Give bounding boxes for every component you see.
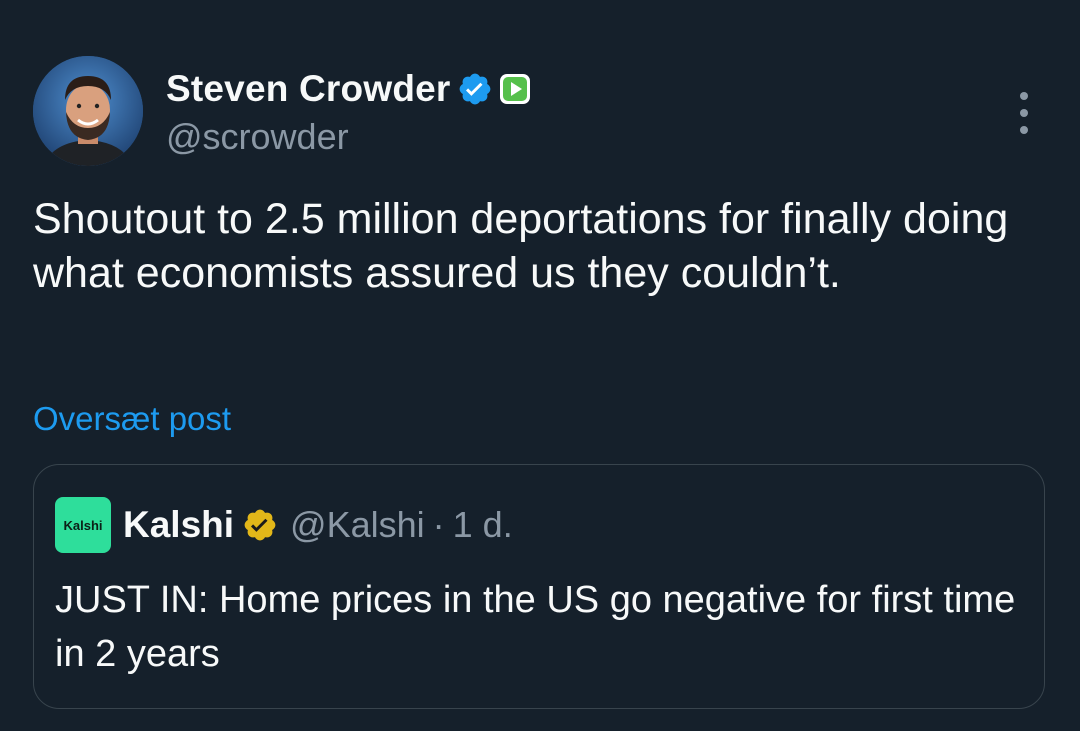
quoted-author-name[interactable]: Kalshi xyxy=(123,504,234,546)
author-name-row: Steven Crowder xyxy=(166,66,531,112)
quoted-post-header: Kalshi Kalshi @Kalshi · 1 d. xyxy=(55,497,513,553)
dot-icon xyxy=(1020,126,1028,134)
affiliate-badge-icon[interactable] xyxy=(499,73,531,105)
author-handle[interactable]: @scrowder xyxy=(166,116,349,158)
author-display-name[interactable]: Steven Crowder xyxy=(166,68,451,110)
kalshi-logo-text: Kalshi xyxy=(63,517,103,533)
dot-icon xyxy=(1020,109,1028,117)
quoted-post-card[interactable]: Kalshi Kalshi @Kalshi · 1 d. JUST IN: Ho… xyxy=(33,464,1045,709)
quoted-post-time[interactable]: 1 d. xyxy=(453,504,513,546)
kalshi-logo-avatar[interactable]: Kalshi xyxy=(55,497,111,553)
author-avatar[interactable] xyxy=(33,56,143,166)
dot-icon xyxy=(1020,92,1028,100)
quoted-author-handle[interactable]: @Kalshi xyxy=(290,504,425,546)
more-options-icon[interactable] xyxy=(1012,92,1036,134)
tweet-text: Shoutout to 2.5 million deportations for… xyxy=(33,195,1009,297)
gold-verified-badge-icon[interactable] xyxy=(242,507,278,543)
translate-post-link[interactable]: Oversæt post xyxy=(33,400,231,438)
quoted-post-text: JUST IN: Home prices in the US go negati… xyxy=(55,579,1016,675)
verified-badge-icon[interactable] xyxy=(457,71,493,107)
separator-dot: · xyxy=(432,504,445,545)
avatar-photo-icon xyxy=(33,56,143,166)
